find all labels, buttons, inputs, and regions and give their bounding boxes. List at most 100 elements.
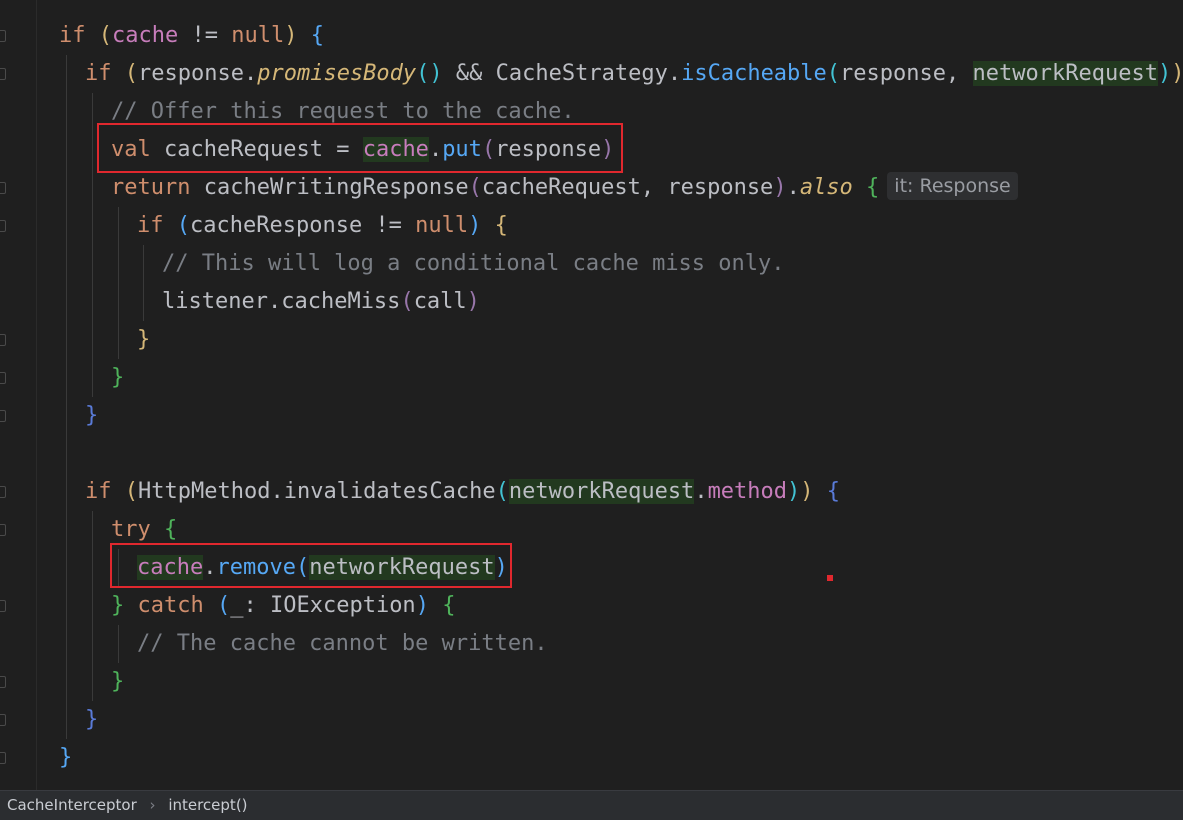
- keyword: try: [111, 517, 151, 542]
- identifier: response: [667, 175, 774, 200]
- paren: (: [176, 213, 190, 238]
- keyword: if: [85, 61, 112, 86]
- brace: {: [164, 517, 178, 542]
- brace: }: [111, 593, 125, 618]
- code-line[interactable]: }: [111, 359, 124, 397]
- paren: ): [787, 479, 801, 504]
- identifier: cacheResponse: [190, 213, 363, 238]
- paren: (: [216, 593, 231, 618]
- brace: }: [111, 365, 125, 390]
- fold-marker-icon[interactable]: [0, 68, 6, 80]
- code-line[interactable]: if (cache != null) {: [59, 17, 324, 55]
- method-call: promisesBody: [257, 61, 417, 86]
- keyword: null: [231, 23, 285, 48]
- indent-guide: [118, 625, 119, 663]
- brace: }: [85, 707, 99, 732]
- keyword: catch: [137, 593, 204, 618]
- indent-guide: [118, 207, 119, 359]
- brace: {: [442, 593, 456, 618]
- method-call: isCacheable: [681, 61, 827, 86]
- identifier: _: [230, 593, 244, 618]
- operator: &&: [442, 61, 496, 86]
- editor-gutter: [0, 0, 37, 790]
- identifier: cache: [112, 23, 179, 48]
- fold-marker-icon[interactable]: [0, 372, 6, 384]
- code-comment[interactable]: // This will log a conditional cache mis…: [162, 245, 785, 283]
- code-comment[interactable]: // The cache cannot be written.: [137, 625, 548, 663]
- brace: }: [137, 327, 151, 352]
- code-line[interactable]: if (HttpMethod.invalidatesCache(networkR…: [85, 473, 840, 511]
- paren: ): [415, 593, 429, 618]
- code-line[interactable]: }: [85, 701, 98, 739]
- fold-marker-icon[interactable]: [0, 220, 6, 232]
- type: IOException: [269, 593, 416, 618]
- code-line[interactable]: if (cacheResponse != null) {: [137, 207, 508, 245]
- code-line[interactable]: }: [59, 739, 72, 777]
- identifier: cacheWritingResponse: [203, 175, 469, 200]
- fold-marker-icon[interactable]: [0, 182, 6, 194]
- paren: ): [466, 289, 480, 314]
- fold-marker-icon[interactable]: [0, 752, 6, 764]
- paren: ): [773, 175, 787, 200]
- code-editor[interactable]: if (cache != null) { if (response.promis…: [0, 0, 1183, 790]
- brace: {: [494, 213, 508, 238]
- paren: (: [124, 61, 138, 86]
- code-line[interactable]: }: [111, 663, 124, 701]
- paren: (: [400, 289, 414, 314]
- brace: {: [310, 23, 324, 48]
- fold-marker-icon[interactable]: [0, 334, 6, 346]
- identifier: response: [840, 61, 947, 86]
- code-line[interactable]: if (response.promisesBody() && CacheStra…: [85, 55, 1183, 93]
- brace: }: [85, 403, 99, 428]
- fold-marker-icon[interactable]: [0, 410, 6, 422]
- indent-guide: [143, 245, 144, 321]
- identifier: HttpMethod: [138, 479, 271, 504]
- code-line[interactable]: }: [85, 397, 98, 435]
- highlight-box: [110, 543, 512, 588]
- operator: !=: [362, 213, 416, 238]
- code-line[interactable]: } catch (_: IOException) {: [111, 587, 455, 625]
- fold-marker-icon[interactable]: [0, 600, 6, 612]
- paren: (: [495, 479, 509, 504]
- paren: (): [416, 61, 443, 86]
- identifier: response: [138, 61, 244, 86]
- fold-marker-icon[interactable]: [0, 714, 6, 726]
- field: method: [707, 479, 788, 504]
- paren: ): [1157, 61, 1172, 86]
- annotation-dot: [827, 575, 833, 581]
- indent-guide: [66, 55, 67, 739]
- fold-marker-icon[interactable]: [0, 486, 6, 498]
- keyword: null: [415, 213, 469, 238]
- breadcrumb-separator-icon: ›: [149, 796, 156, 814]
- brace: }: [111, 669, 125, 694]
- operator: !=: [178, 23, 232, 48]
- breadcrumb: CacheInterceptor › intercept(): [0, 790, 1183, 820]
- code-line[interactable]: }: [137, 321, 150, 359]
- identifier: call: [413, 289, 467, 314]
- paren: ): [1171, 61, 1183, 86]
- breadcrumb-item-class[interactable]: CacheInterceptor: [7, 791, 137, 820]
- identifier: listener: [162, 289, 268, 314]
- fold-marker-icon[interactable]: [0, 30, 6, 42]
- paren: (: [98, 23, 112, 48]
- code-line[interactable]: return cacheWritingResponse(cacheRequest…: [111, 169, 1018, 207]
- keyword: if: [85, 479, 112, 504]
- method-call: also: [799, 175, 853, 200]
- code-line[interactable]: listener.cacheMiss(call): [162, 283, 480, 321]
- identifier: CacheStrategy: [495, 61, 668, 86]
- fold-marker-icon[interactable]: [0, 676, 6, 688]
- identifier-highlighted: networkRequest: [508, 479, 695, 504]
- fold-marker-icon[interactable]: [0, 524, 6, 536]
- breadcrumb-item-method[interactable]: intercept(): [168, 791, 247, 820]
- paren: ): [284, 23, 298, 48]
- keyword: if: [137, 213, 164, 238]
- method-call: cacheMiss: [281, 289, 401, 314]
- indent-guide: [92, 93, 93, 397]
- highlight-box: [97, 123, 623, 173]
- method-call: invalidatesCache: [283, 479, 496, 504]
- indent-guide: [92, 511, 93, 701]
- paren: (: [826, 61, 841, 86]
- paren: (: [124, 479, 138, 504]
- keyword: if: [59, 23, 86, 48]
- identifier-highlighted: networkRequest: [972, 61, 1158, 86]
